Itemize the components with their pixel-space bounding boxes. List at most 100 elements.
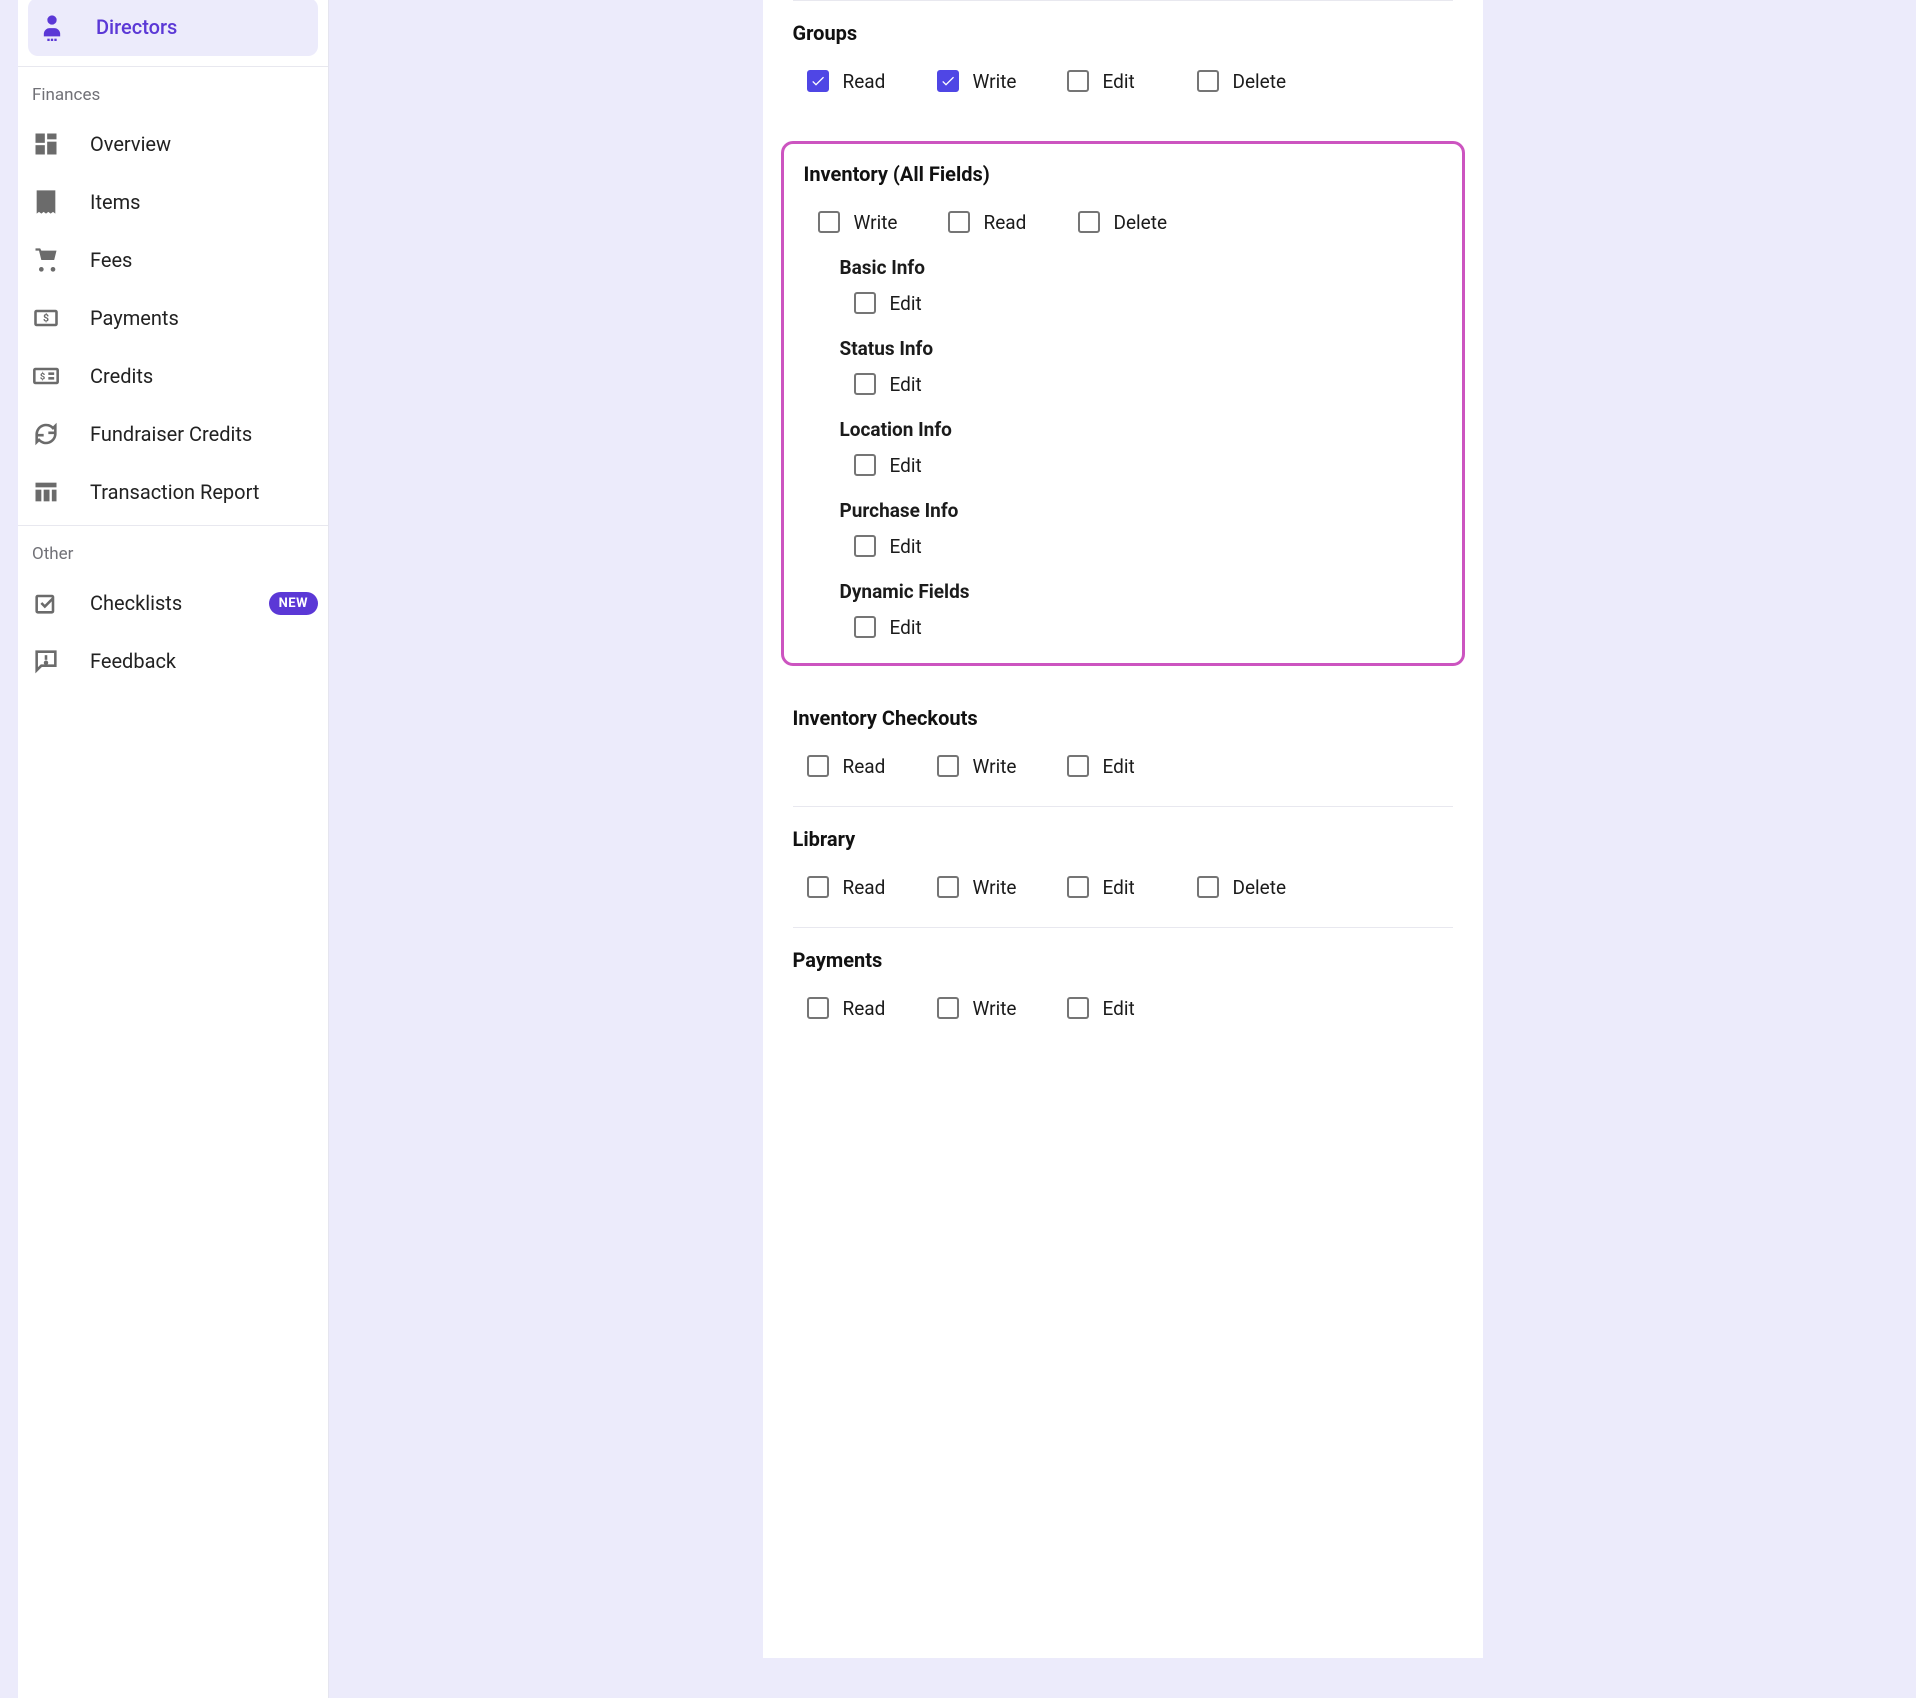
sidebar-item-label: Transaction Report [90,480,318,504]
sidebar-item-label: Payments [90,306,318,330]
perm-checkbox-label: Read [843,876,886,899]
perm-section-payments: Payments Read Write Edit [793,928,1453,1048]
perm-section-library: Library ReadWriteEditDelete [793,807,1453,928]
perm-checkbox-label: Read [843,70,886,93]
checkbox-icon [854,454,876,476]
perm-checkbox-label: Write [973,997,1017,1020]
sync-icon [32,420,90,448]
perm-subsection-title: Status Info [840,337,1442,360]
perm-checkbox-read[interactable]: Read [807,744,927,788]
checkbox-icon [937,876,959,898]
perm-checkbox-edit[interactable]: Edit [854,524,974,568]
perm-checkbox-label: Edit [1103,755,1135,778]
perm-checkbox-label: Delete [1233,70,1287,93]
sidebar-item-payments[interactable]: $ Payments [18,289,328,347]
perm-checkbox-read[interactable]: Read [807,865,927,909]
perm-checkbox-label: Edit [890,535,922,558]
sidebar-item-label: Feedback [90,649,318,673]
perm-subsection-title: Location Info [840,418,1442,441]
sidebar-item-directors[interactable]: Directors [28,0,318,56]
svg-text:$: $ [40,372,45,383]
table-icon [32,478,90,506]
perm-checkbox-read[interactable]: Read [807,59,927,103]
perm-checkbox-write[interactable]: Write [937,744,1057,788]
perm-title: Payments [793,948,1453,972]
sidebar-item-label: Overview [90,132,318,156]
perm-title: Inventory Checkouts [793,706,1453,730]
perm-checkbox-label: Read [843,997,886,1020]
sidebar-item-label: Fundraiser Credits [90,422,318,446]
perm-checkbox-label: Edit [890,292,922,315]
perm-checkbox-edit[interactable]: Edit [854,362,974,406]
perm-checkbox-delete[interactable]: Delete [1197,59,1317,103]
perm-checkbox-label: Delete [1233,876,1287,899]
perm-section-inventory-checkouts: Inventory Checkouts Read Write Edit [793,686,1453,807]
perm-subsection-title: Purchase Info [840,499,1442,522]
sidebar-item-credits[interactable]: $ Credits [18,347,328,405]
perm-checkbox-edit[interactable]: Edit [1067,865,1187,909]
sidebar-item-transaction-report[interactable]: Transaction Report [18,463,328,521]
perm-subsection-title: Basic Info [840,256,1442,279]
perm-checkbox-delete[interactable]: Delete [1197,865,1317,909]
perm-checkbox-write[interactable]: Write [937,59,1057,103]
perm-checkbox-label: Edit [890,454,922,477]
checklist-icon [32,589,90,617]
checkbox-icon [937,755,959,777]
dashboard-icon [32,130,90,158]
sidebar-item-fundraiser-credits[interactable]: Fundraiser Credits [18,405,328,463]
perm-checkbox-write[interactable]: Write [937,865,1057,909]
perm-checkbox-label: Write [973,70,1017,93]
checkbox-icon [1067,70,1089,92]
perm-checkbox-read[interactable]: Read [948,200,1068,244]
cart-icon [32,246,90,274]
perm-checkbox-edit[interactable]: Edit [854,605,974,649]
sidebar-item-checklists[interactable]: Checklists NEW [18,574,328,632]
perm-section-groups: Groups Read Write Edit Delete [793,1,1453,121]
sidebar-item-feedback[interactable]: Feedback [18,632,328,690]
sidebar: Directors Finances Overview Items [18,0,329,1698]
perm-checkbox-edit[interactable]: Edit [854,443,974,487]
sidebar-group-other: Other [18,526,328,574]
perm-checkbox-label: Write [973,876,1017,899]
new-badge: NEW [269,592,318,615]
perm-checkbox-edit[interactable]: Edit [1067,744,1187,788]
checkbox-icon [807,876,829,898]
checkbox-icon [948,211,970,233]
checkbox-icon [807,997,829,1019]
perm-checkbox-edit[interactable]: Edit [1067,59,1187,103]
checkbox-icon [1197,70,1219,92]
perm-section-inventory-highlight: Inventory (All Fields) WriteReadDelete B… [781,141,1465,666]
directors-icon [38,13,96,41]
checkbox-icon [1197,876,1219,898]
permissions-card: Groups ReadWriteEditDelete Inventory (Al… [763,0,1483,1658]
sidebar-item-label: Items [90,190,318,214]
checkbox-icon [818,211,840,233]
perm-checkbox-label: Write [973,755,1017,778]
checkbox-icon [854,292,876,314]
perm-checkbox-write[interactable]: Write [818,200,938,244]
checkbox-icon [1067,755,1089,777]
svg-text:$: $ [43,312,49,325]
perm-checkbox-edit[interactable]: Edit [854,281,974,325]
perm-checkbox-edit[interactable]: Edit [1067,986,1187,1030]
checkbox-icon [1067,997,1089,1019]
perm-checkbox-label: Edit [1103,70,1135,93]
perm-checkbox-label: Edit [1103,997,1135,1020]
sidebar-item-overview[interactable]: Overview [18,115,328,173]
perm-title: Groups [793,21,1453,45]
feedback-icon [32,647,90,675]
sidebar-item-label: Checklists [90,591,269,615]
perm-checkbox-delete[interactable]: Delete [1078,200,1198,244]
perm-checkbox-read[interactable]: Read [807,986,927,1030]
money-icon: $ [32,304,90,332]
perm-checkbox-label: Edit [890,373,922,396]
perm-checkbox-label: Write [854,211,898,234]
receipt-icon [32,188,90,216]
checkbox-icon [807,70,829,92]
sidebar-item-fees[interactable]: Fees [18,231,328,289]
checkbox-icon [854,373,876,395]
sidebar-item-items[interactable]: Items [18,173,328,231]
perm-checkbox-write[interactable]: Write [937,986,1057,1030]
checkbox-icon [937,70,959,92]
checkbox-icon [854,535,876,557]
